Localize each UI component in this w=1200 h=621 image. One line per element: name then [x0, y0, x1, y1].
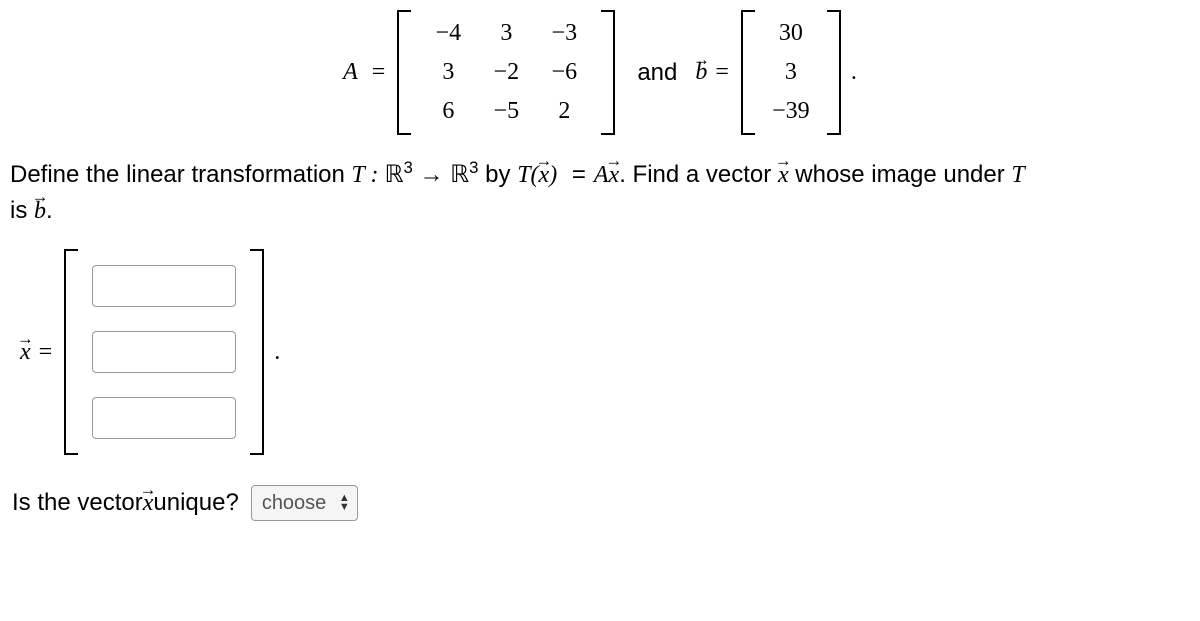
matrix-a-cell: 3 [419, 53, 477, 92]
x3-input[interactable] [92, 397, 236, 439]
period: . [274, 339, 280, 366]
unique-select-wrapper: choose ▲▼ [239, 485, 358, 521]
vector-b-cell: 30 [763, 14, 819, 53]
bracket-left-icon [397, 10, 411, 135]
matrix-a-cell: −4 [419, 14, 477, 53]
bracket-right-icon [601, 10, 615, 135]
real-symbol: ℝ [450, 162, 469, 188]
definition-block: A = −4 3 −3 3 −2 −6 6 −5 2 and b = [10, 10, 1190, 135]
bracket-right-icon [250, 249, 264, 455]
vector-b-label: b [695, 59, 707, 86]
and-text: and [637, 59, 677, 87]
question-text: Define the linear transformation T : ℝ3 … [10, 155, 1190, 229]
unique-select[interactable]: choose [251, 485, 358, 521]
equals-sign: = [39, 339, 53, 366]
unique-question-text-2: unique? [153, 489, 238, 517]
x-vector-label: x [778, 157, 789, 193]
t-label: T [352, 162, 365, 188]
real-symbol: ℝ [384, 162, 403, 188]
equals-sign: = [715, 59, 729, 86]
matrix-a: −4 3 −3 3 −2 −6 6 −5 2 [397, 10, 615, 135]
x-vector-answer-label: x [20, 339, 31, 366]
b-vector-label: b [34, 193, 46, 229]
answer-block: x = . [20, 249, 1190, 455]
matrix-a-label: A [343, 59, 358, 86]
period: . [851, 59, 857, 86]
vector-b-cell: 3 [763, 53, 819, 92]
bracket-left-icon [64, 249, 78, 455]
matrix-a-cell: 3 [477, 14, 535, 53]
answer-vector [64, 249, 264, 455]
bracket-right-icon [827, 10, 841, 135]
matrix-a-cell: −3 [535, 14, 593, 53]
x-vector-label: x [539, 157, 550, 193]
bracket-left-icon [741, 10, 755, 135]
x1-input[interactable] [92, 265, 236, 307]
vector-b: 30 3 −39 [741, 10, 841, 135]
matrix-a-cell: −6 [535, 53, 593, 92]
equals-sign: = [372, 59, 386, 86]
x-vector-label: x [143, 490, 154, 517]
unique-question-row: Is the vector x unique? choose ▲▼ [12, 485, 1190, 521]
x2-input[interactable] [92, 331, 236, 373]
matrix-a-cell: 6 [419, 92, 477, 131]
matrix-a-cell: 2 [535, 92, 593, 131]
vector-b-cell: −39 [763, 92, 819, 131]
matrix-a-cell: −2 [477, 53, 535, 92]
matrix-a-cell: −5 [477, 92, 535, 131]
unique-question-text-1: Is the vector [12, 489, 143, 517]
